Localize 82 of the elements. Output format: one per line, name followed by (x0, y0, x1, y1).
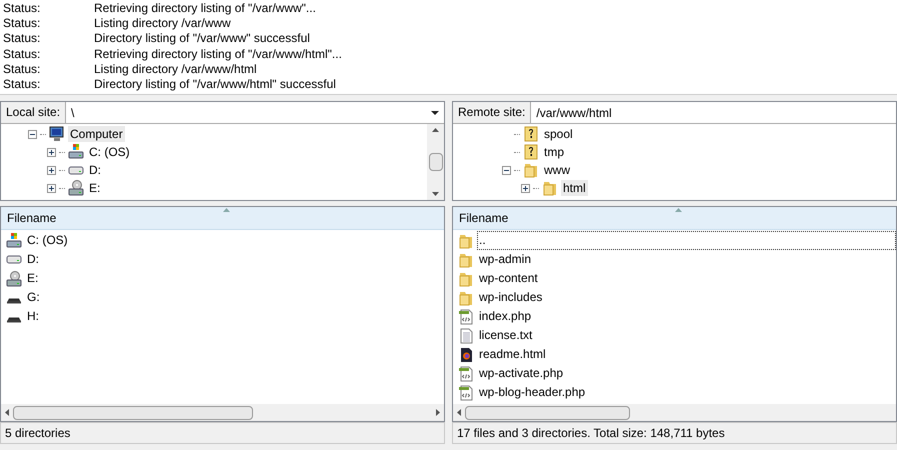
file-name[interactable]: index.php (477, 307, 534, 326)
sort-arrow-icon (222, 208, 230, 212)
file-name[interactable]: wp-includes (477, 288, 544, 307)
tree-item[interactable]: E: (87, 180, 102, 196)
log-label: Status: (3, 16, 42, 32)
log-message: Listing directory /var/www (94, 16, 231, 32)
file-name[interactable]: E: (25, 269, 40, 288)
folder-icon (458, 270, 474, 286)
folder-icon (542, 180, 558, 196)
site-label: Local site: (1, 102, 66, 123)
dropdown-arrow-icon (431, 110, 439, 114)
tree-item[interactable]: Computer (68, 126, 125, 142)
log-label: Status: (3, 62, 42, 77)
disc-drive-icon (6, 270, 22, 286)
horizontal-scrollbar[interactable] (1, 404, 444, 421)
path-field[interactable]: /var/www/html (531, 102, 896, 123)
scroll-down-icon[interactable] (432, 192, 439, 196)
tree-item[interactable]: spool (542, 126, 575, 142)
status-text: 5 directories (0, 422, 445, 444)
scroll-thumb[interactable] (428, 153, 442, 171)
expand-toggle[interactable] (521, 184, 530, 192)
script-file-icon (458, 366, 474, 382)
log-message: Retrieving directory listing of "/var/www/html"... (94, 46, 342, 62)
file-name[interactable]: wp-activate.php (477, 364, 566, 383)
log-label: Status: (3, 76, 42, 92)
file-name[interactable]: C: (OS) (25, 231, 70, 250)
log-message: Listing directory /var/www/html (94, 62, 257, 77)
site-label: Remote site: (453, 102, 532, 123)
expand-toggle[interactable] (47, 184, 56, 192)
unknown-folder-icon (523, 126, 539, 142)
tree-item[interactable]: www (542, 162, 572, 178)
log-label: Status: (3, 31, 42, 47)
log-label: Status: (3, 1, 42, 16)
collapse-toggle[interactable] (28, 130, 37, 138)
file-name[interactable]: H: (25, 307, 41, 326)
folder-icon (458, 252, 474, 268)
drive-icon (68, 144, 84, 160)
unknown-folder-icon (523, 144, 539, 160)
expand-toggle[interactable] (47, 166, 56, 174)
computer-icon (49, 126, 65, 142)
file-name[interactable]: G: (25, 288, 42, 307)
scroll-left-icon[interactable] (5, 409, 9, 416)
folder-icon (458, 232, 474, 248)
path-field[interactable]: \ (66, 102, 444, 123)
horizontal-scrollbar[interactable] (453, 404, 896, 421)
script-file-icon (458, 308, 474, 324)
sort-arrow-icon (674, 208, 682, 212)
expand-toggle[interactable] (47, 148, 56, 156)
tree-item[interactable]: C: (OS) (87, 144, 132, 160)
log-message: Retrieving directory listing of "/var/www"... (94, 1, 316, 16)
collapse-toggle[interactable] (502, 166, 511, 174)
drive-icon (6, 232, 22, 248)
file-name[interactable]: wp-content (477, 269, 540, 288)
column-header[interactable]: Filename (453, 207, 896, 230)
file-name[interactable]: readme.html (477, 345, 548, 364)
drive-icon (6, 298, 22, 304)
file-name[interactable]: wp-blog-header.php (477, 383, 588, 402)
disc-drive-icon (68, 180, 84, 196)
log-label: Status: (3, 46, 42, 62)
column-header[interactable]: Filename (1, 207, 444, 230)
log-message: Directory listing of "/var/www/html" successful (94, 76, 336, 92)
status-text: 17 files and 3 directories. Total size: 148,711 bytes (452, 422, 897, 444)
scroll-up-icon[interactable] (432, 128, 439, 132)
file-name[interactable]: .. (477, 231, 896, 250)
folder-icon (458, 290, 474, 306)
tree-item[interactable]: html (561, 180, 588, 196)
scroll-left-icon[interactable] (457, 409, 461, 416)
text-file-icon (458, 328, 474, 344)
tree-item[interactable]: D: (87, 162, 103, 178)
script-file-icon (458, 384, 474, 400)
file-name[interactable]: license.txt (477, 326, 534, 345)
scroll-right-icon[interactable] (436, 409, 440, 416)
folder-icon (523, 162, 539, 178)
drive-icon (6, 255, 22, 264)
drive-icon (68, 166, 84, 174)
tree-item[interactable]: tmp (542, 144, 566, 160)
file-name[interactable]: D: (25, 250, 41, 269)
file-name[interactable]: wp-admin (477, 250, 534, 269)
drive-icon (6, 316, 22, 322)
vertical-scrollbar[interactable] (427, 124, 444, 200)
browser-file-icon (458, 346, 474, 362)
log-message: Directory listing of "/var/www" successful (94, 31, 310, 47)
